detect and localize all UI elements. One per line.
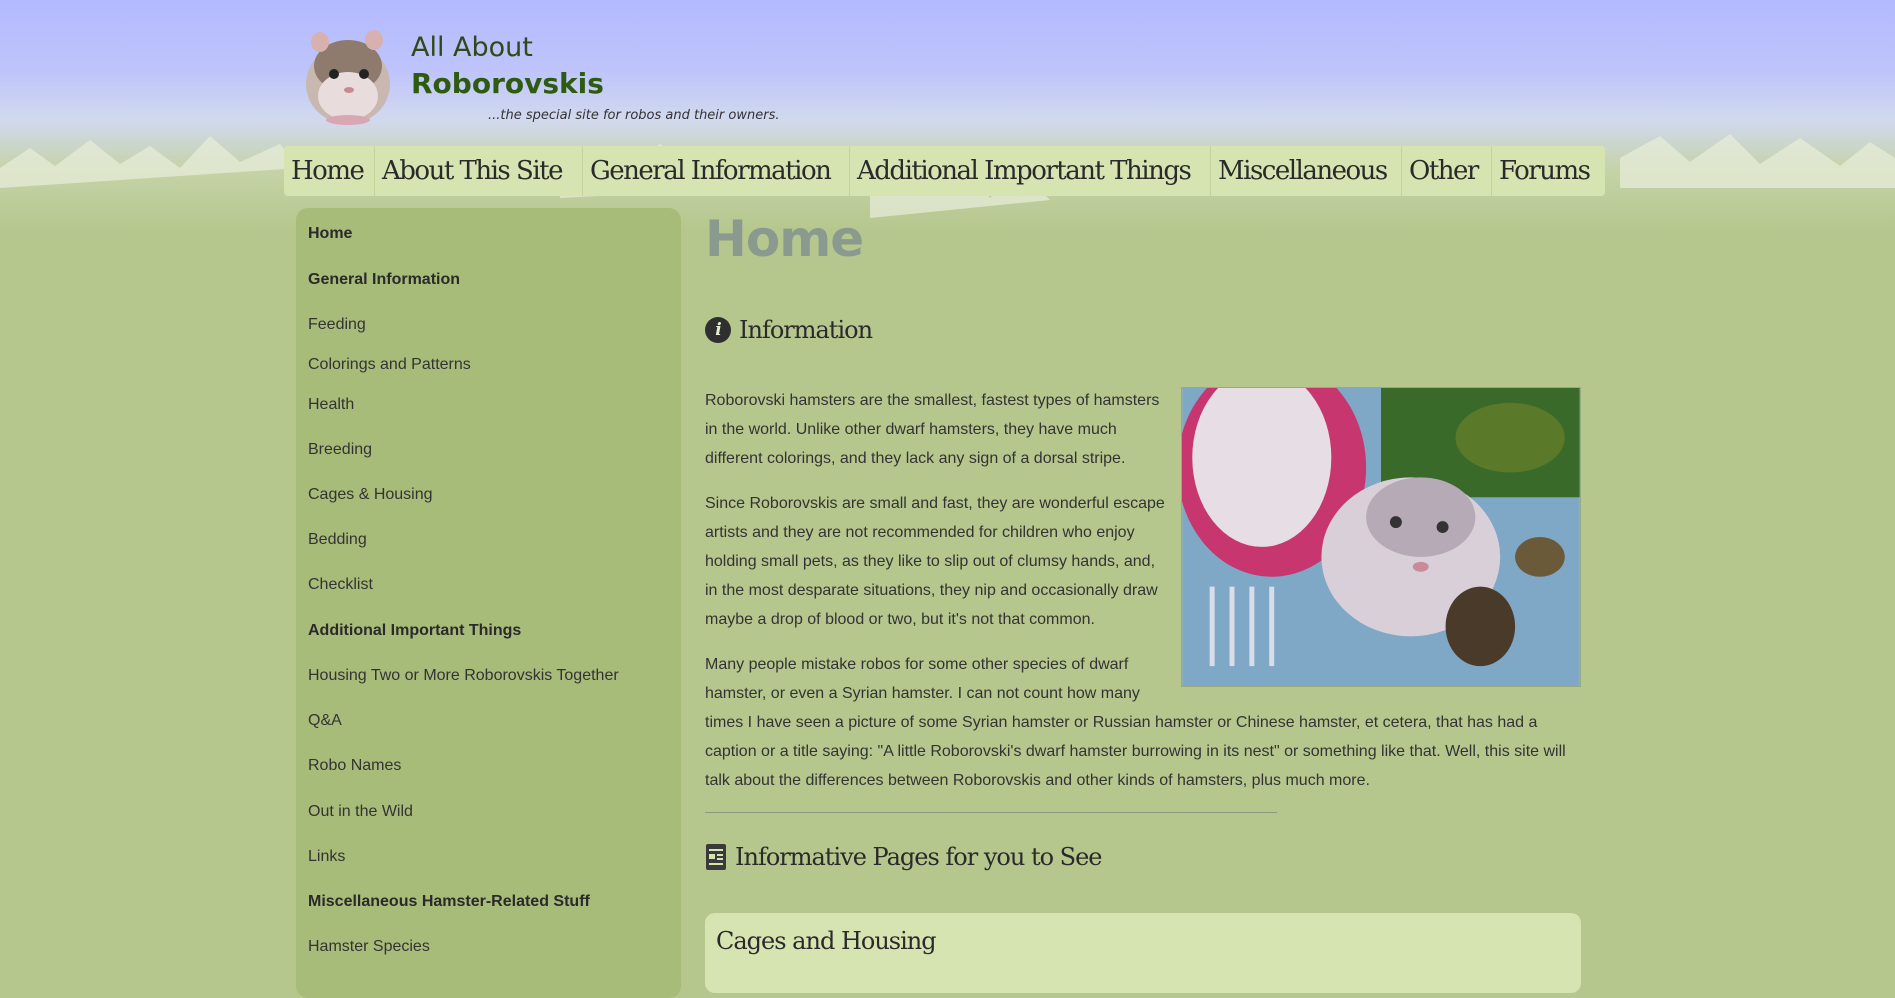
nav-tab-miscellaneous[interactable]: Miscellaneous (1211, 146, 1402, 196)
page-card[interactable]: Cages and Housing (705, 913, 1581, 993)
sidebar-item-health[interactable]: Health (308, 396, 354, 414)
sidebar-item-robo-names[interactable]: Robo Names (308, 757, 401, 775)
section-divider (705, 812, 1277, 813)
site-tagline: ...the special site for robos and their … (488, 108, 780, 123)
nav-tab-home[interactable]: Home (284, 146, 375, 196)
site-title-line2[interactable]: Roborovskis (411, 67, 604, 100)
informative-pages-heading: Informative Pages for you to See (705, 843, 1103, 871)
page-title: Home (705, 210, 864, 268)
sidebar-item-qa[interactable]: Q&A (308, 712, 342, 730)
nav-tab-forums[interactable]: Forums (1492, 146, 1605, 196)
card-title[interactable]: Cages and Housing (716, 927, 937, 955)
sidebar-item-additional-important-things[interactable]: Additional Important Things (308, 622, 521, 640)
nav-tab-about[interactable]: About This Site (375, 146, 583, 196)
sidebar-item-hamster-species[interactable]: Hamster Species (308, 938, 430, 956)
sidebar-item-breeding[interactable]: Breeding (308, 441, 372, 459)
site-title-line1[interactable]: All About (411, 32, 533, 63)
top-navigation: Home About This Site General Information… (284, 146, 1605, 196)
hamster-logo[interactable] (302, 26, 394, 126)
information-heading: i Information (705, 316, 873, 344)
sidebar-item-colorings[interactable]: Colorings and Patterns (308, 356, 471, 374)
sidebar-item-checklist[interactable]: Checklist (308, 576, 373, 594)
sidebar: Home General Information Feeding Colorin… (296, 208, 681, 998)
info-icon: i (705, 317, 731, 343)
sidebar-item-home[interactable]: Home (308, 225, 352, 243)
informative-pages-heading-text: Informative Pages for you to See (735, 843, 1103, 871)
sidebar-item-miscellaneous[interactable]: Miscellaneous Hamster-Related Stuff (308, 893, 590, 911)
sidebar-item-housing-together[interactable]: Housing Two or More Roborovskis Together (308, 667, 619, 685)
sidebar-item-out-in-the-wild[interactable]: Out in the Wild (308, 803, 413, 821)
information-heading-text: Information (739, 316, 873, 344)
sidebar-item-cages-housing[interactable]: Cages & Housing (308, 486, 433, 504)
nav-tab-additional-important-things[interactable]: Additional Important Things (850, 146, 1211, 196)
document-icon (706, 844, 726, 870)
sidebar-item-feeding[interactable]: Feeding (308, 316, 366, 334)
sidebar-item-general-information[interactable]: General Information (308, 271, 460, 289)
sidebar-item-bedding[interactable]: Bedding (308, 531, 367, 549)
nav-tab-other[interactable]: Other (1402, 146, 1492, 196)
hamster-photo (1181, 387, 1581, 687)
article-body: Roborovski hamsters are the smallest, fa… (705, 386, 1581, 811)
nav-tab-general-information[interactable]: General Information (583, 146, 850, 196)
sidebar-item-links[interactable]: Links (308, 848, 345, 866)
